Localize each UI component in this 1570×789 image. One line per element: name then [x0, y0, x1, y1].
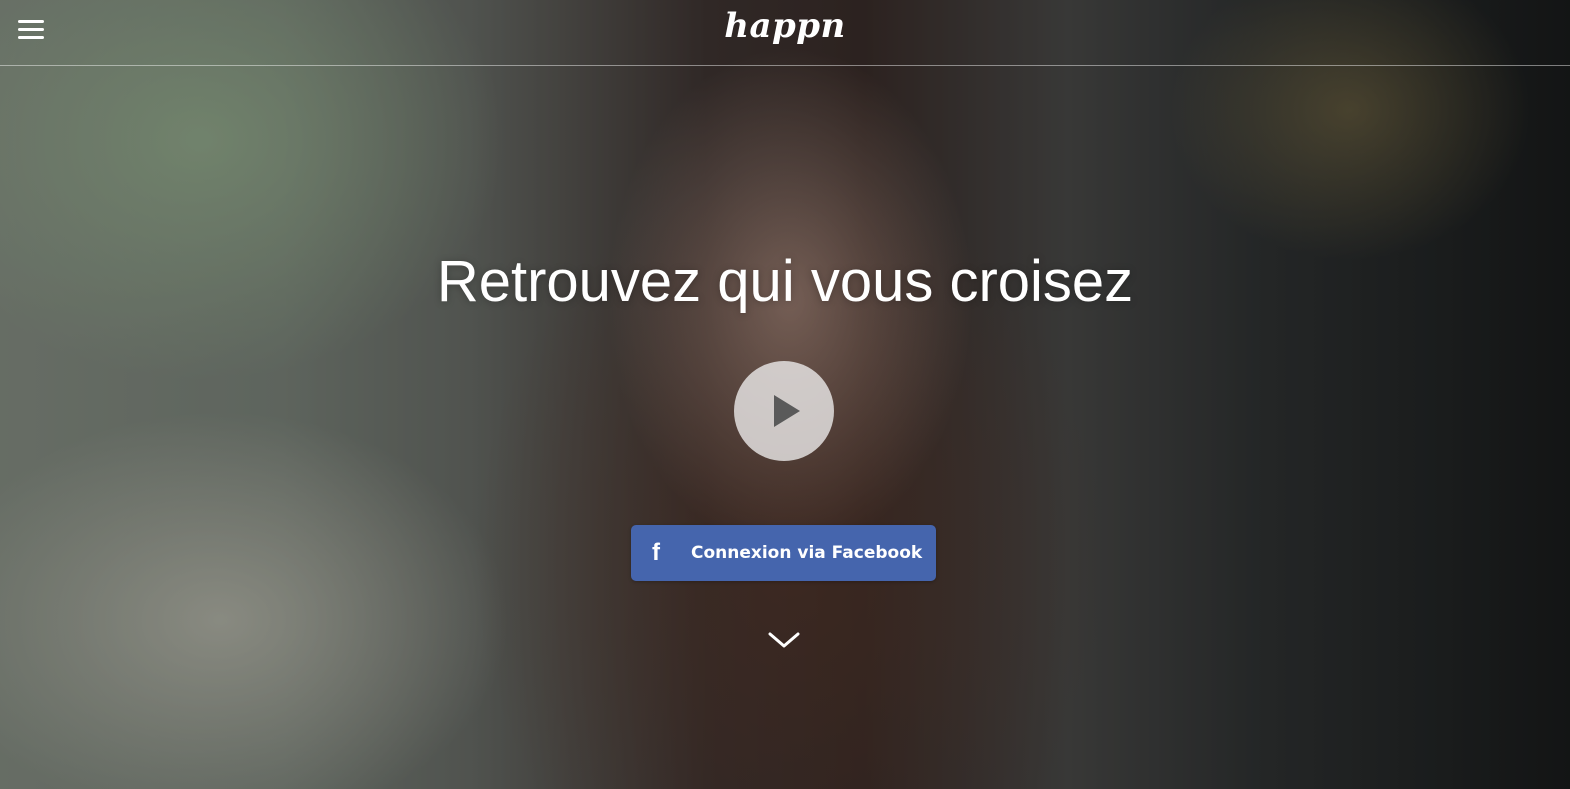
chevron-down-icon[interactable]: [766, 628, 802, 652]
play-video-button[interactable]: [734, 361, 834, 461]
top-navigation-bar: happn: [0, 0, 1570, 66]
hero-section: happn Retrouvez qui vous croisez f Conne…: [0, 0, 1570, 789]
facebook-login-label: Connexion via Facebook: [691, 543, 923, 563]
play-icon: [774, 395, 800, 427]
facebook-icon: f: [652, 539, 660, 566]
hero-headline: Retrouvez qui vous croisez: [436, 249, 1134, 314]
facebook-login-button[interactable]: f Connexion via Facebook: [631, 525, 936, 581]
happn-logo[interactable]: happn: [0, 6, 1570, 46]
